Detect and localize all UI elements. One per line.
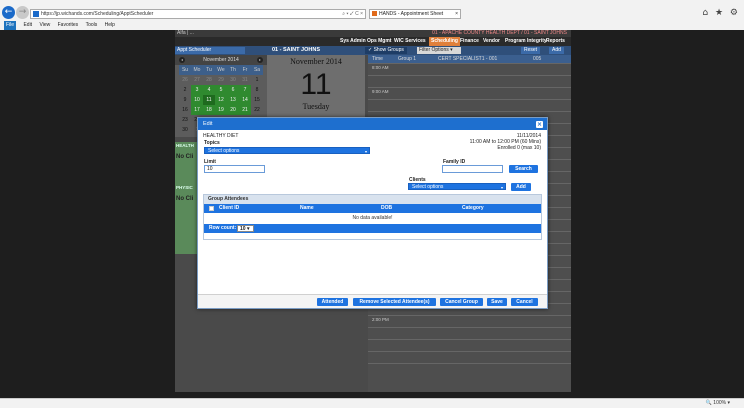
grid-footer: Row count: 10 ▾ [204, 224, 541, 233]
menu-favorites[interactable]: Favorites [58, 21, 79, 30]
tab-close-icon[interactable]: × [455, 10, 458, 18]
menu-view[interactable]: View [39, 21, 50, 30]
menu-edit[interactable]: Edit [23, 21, 32, 30]
topics-multiselect[interactable]: Select options ▾ [204, 147, 370, 154]
enrolled-count: Enrolled 0 (max 10) [497, 145, 541, 151]
tab-title: HANDS - Appointment Sheet [379, 11, 444, 17]
menu-bar: File Edit View Favorites Tools Help [0, 21, 744, 30]
grid-header: Client ID Name DOB Category [204, 204, 541, 213]
page-icon [33, 11, 39, 17]
chevron-down-icon-2: ▾ [500, 185, 503, 190]
class-name: HEALTHY DIET [203, 133, 239, 139]
save-button[interactable]: Save [487, 298, 507, 306]
row-count-select[interactable]: 10 ▾ [237, 225, 254, 232]
clients-multiselect[interactable]: Select options ▾ [408, 183, 506, 190]
family-id-input[interactable] [442, 165, 503, 173]
grid-title: Group Attendees [204, 195, 541, 204]
search-button[interactable]: Search [509, 165, 538, 173]
add-client-button[interactable]: Add [511, 183, 531, 191]
chevron-down-icon: ▾ [364, 149, 367, 154]
select-all-checkbox[interactable] [209, 206, 214, 211]
url-text: https://jp.wichands.com/Scheduling/ApptS… [41, 11, 154, 17]
col-dob[interactable]: DOB [381, 204, 392, 213]
attended-button[interactable]: Attended [317, 298, 348, 306]
grid-empty-message: No data available! [352, 215, 393, 221]
address-bar[interactable]: https://jp.wichands.com/Scheduling/ApptS… [30, 9, 366, 19]
edit-modal: Edit × HEALTHY DIET 11/11/2014 11:00 AM … [197, 117, 548, 309]
back-arrow-icon[interactable]: ← [2, 6, 15, 19]
topics-label: Topics [204, 140, 220, 146]
browser-nav: ← → [2, 6, 30, 19]
col-category[interactable]: Category [462, 204, 484, 213]
remove-selected-button[interactable]: Remove Selected Attendee(s) [353, 298, 436, 306]
attendees-grid: Group Attendees Client ID Name DOB Categ… [203, 194, 542, 240]
row-count-label: Row count: [209, 225, 237, 231]
browser-tab[interactable]: HANDS - Appointment Sheet × [369, 9, 461, 19]
status-bar: 🔍 100% ▾ [0, 398, 744, 408]
home-star-gear-icon[interactable]: ⌂ ★ ⚙ [702, 8, 740, 18]
modal-footer: Attended Remove Selected Attendee(s) Can… [198, 294, 547, 308]
cancel-group-button[interactable]: Cancel Group [440, 298, 483, 306]
zoom-control[interactable]: 🔍 100% ▾ [706, 399, 730, 408]
address-bar-icons[interactable]: ⌕ ▾ ✓ C × [342, 10, 363, 18]
cancel-button[interactable]: Cancel [511, 298, 538, 306]
topics-placeholder: Select options [208, 148, 240, 154]
col-name[interactable]: Name [300, 204, 314, 213]
forward-arrow-icon[interactable]: → [16, 6, 29, 19]
tab-favicon-icon [372, 11, 377, 16]
menu-file[interactable]: File [4, 21, 17, 30]
col-client-id[interactable]: Client ID [219, 204, 239, 213]
modal-title-bar: Edit × [198, 118, 547, 130]
close-icon[interactable]: × [536, 121, 543, 128]
clients-placeholder: Select options [412, 184, 444, 190]
browser-chrome: ← → https://jp.wichands.com/Scheduling/Ap… [0, 0, 744, 30]
menu-tools[interactable]: Tools [86, 21, 98, 30]
menu-help[interactable]: Help [105, 21, 115, 30]
modal-title: Edit [203, 121, 213, 127]
limit-input[interactable]: 10 [204, 165, 265, 173]
